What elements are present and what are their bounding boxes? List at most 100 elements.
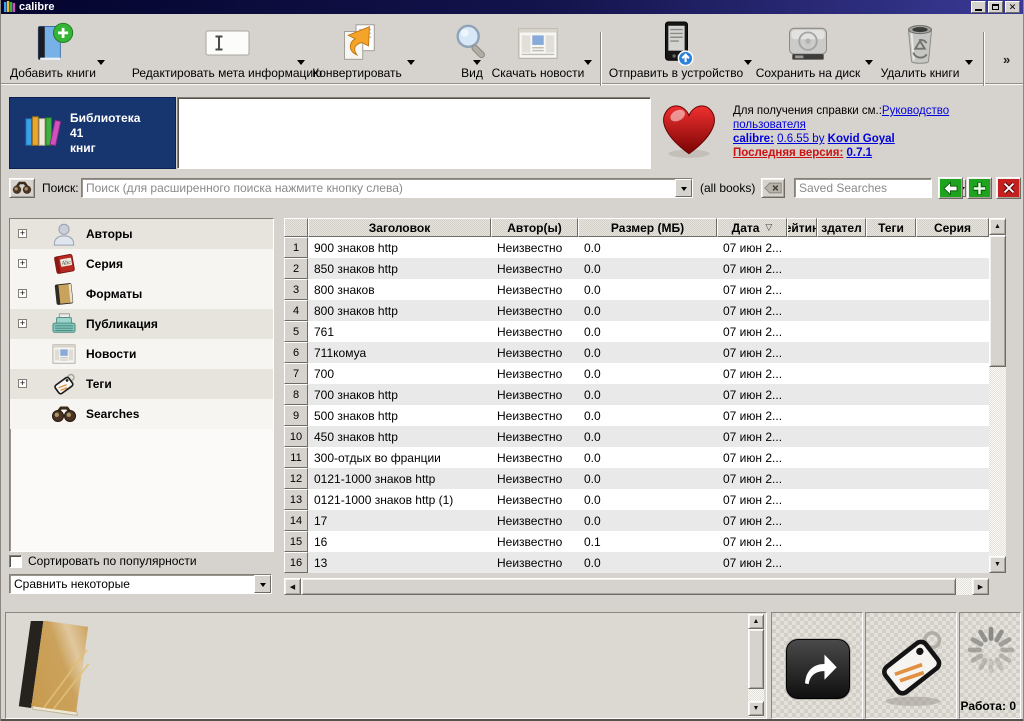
row-number-cell[interactable]: 3 bbox=[284, 279, 308, 300]
table-row[interactable]: 10450 знаков httpНеизвестно0.007 июн 2..… bbox=[284, 426, 989, 447]
table-cell[interactable] bbox=[817, 279, 866, 300]
table-cell[interactable]: 300-отдых во франции bbox=[308, 447, 491, 468]
table-cell[interactable]: 0.0 bbox=[578, 468, 717, 489]
table-cell[interactable]: 0.0 bbox=[578, 426, 717, 447]
jobs-panel[interactable]: Работа: 0 bbox=[959, 612, 1021, 719]
table-cell[interactable] bbox=[916, 300, 989, 321]
table-row[interactable]: 6711комуаНеизвестно0.007 июн 2... bbox=[284, 342, 989, 363]
expand-icon[interactable]: + bbox=[18, 319, 27, 328]
table-row[interactable]: 1516Неизвестно0.107 июн 2... bbox=[284, 531, 989, 552]
row-number-cell[interactable]: 12 bbox=[284, 468, 308, 489]
toggle-cover-browser-button[interactable] bbox=[786, 639, 850, 699]
row-number-cell[interactable]: 2 bbox=[284, 258, 308, 279]
table-cell[interactable]: Неизвестно bbox=[491, 321, 578, 342]
column-header-6[interactable]: Теги bbox=[866, 218, 916, 237]
latest-version-label[interactable]: Последняя версия: bbox=[733, 147, 843, 159]
table-cell[interactable]: Неизвестно bbox=[491, 300, 578, 321]
row-number-cell[interactable]: 1 bbox=[284, 237, 308, 258]
table-cell[interactable] bbox=[787, 468, 817, 489]
table-cell[interactable]: 07 июн 2... bbox=[717, 405, 787, 426]
table-cell[interactable] bbox=[916, 384, 989, 405]
row-number-cell[interactable]: 9 bbox=[284, 405, 308, 426]
table-cell[interactable] bbox=[787, 300, 817, 321]
table-row[interactable]: 5761Неизвестно0.007 июн 2... bbox=[284, 321, 989, 342]
details-scroll-down-button[interactable]: ▼ bbox=[748, 701, 764, 716]
table-cell[interactable] bbox=[866, 258, 916, 279]
table-cell[interactable] bbox=[916, 468, 989, 489]
table-cell[interactable]: Неизвестно bbox=[491, 342, 578, 363]
table-cell[interactable] bbox=[787, 237, 817, 258]
table-cell[interactable]: 700 bbox=[308, 363, 491, 384]
row-number-cell[interactable]: 7 bbox=[284, 363, 308, 384]
clear-search-button[interactable] bbox=[761, 178, 785, 198]
table-cell[interactable] bbox=[817, 342, 866, 363]
table-cell[interactable]: 0.0 bbox=[578, 384, 717, 405]
table-cell[interactable] bbox=[787, 363, 817, 384]
table-cell[interactable]: 800 знаков bbox=[308, 279, 491, 300]
table-cell[interactable] bbox=[817, 510, 866, 531]
table-cell[interactable]: 450 знаков http bbox=[308, 426, 491, 447]
convert-button[interactable]: Конвертировать bbox=[303, 16, 411, 82]
table-scroll-up-button[interactable]: ▲ bbox=[989, 218, 1006, 235]
sidebar-item-publisher[interactable]: + Публикация bbox=[10, 309, 273, 339]
table-cell[interactable]: 17 bbox=[308, 510, 491, 531]
table-cell[interactable]: Неизвестно bbox=[491, 531, 578, 552]
table-cell[interactable]: 0.1 bbox=[578, 531, 717, 552]
details-vscrollbar-thumb[interactable] bbox=[748, 629, 764, 689]
table-cell[interactable]: 800 знаков http bbox=[308, 300, 491, 321]
table-cell[interactable]: 0.0 bbox=[578, 489, 717, 510]
tag-panel[interactable] bbox=[865, 612, 957, 719]
column-header-3[interactable]: Дата▽ bbox=[717, 218, 787, 237]
table-cell[interactable] bbox=[916, 321, 989, 342]
table-cell[interactable]: 07 июн 2... bbox=[717, 384, 787, 405]
table-cell[interactable] bbox=[787, 447, 817, 468]
table-cell[interactable] bbox=[866, 447, 916, 468]
table-hscrollbar-thumb[interactable] bbox=[301, 578, 956, 595]
table-cell[interactable] bbox=[916, 531, 989, 552]
table-cell[interactable] bbox=[817, 405, 866, 426]
table-cell[interactable]: 711комуа bbox=[308, 342, 491, 363]
table-cell[interactable] bbox=[916, 279, 989, 300]
table-cell[interactable]: 07 июн 2... bbox=[717, 468, 787, 489]
table-cell[interactable] bbox=[817, 300, 866, 321]
column-header-5[interactable]: здател bbox=[817, 218, 866, 237]
row-number-cell[interactable]: 10 bbox=[284, 426, 308, 447]
table-cell[interactable] bbox=[787, 258, 817, 279]
view-dropdown-arrow[interactable] bbox=[473, 60, 481, 69]
table-cell[interactable] bbox=[787, 510, 817, 531]
save-to-disk-button[interactable]: Сохранить на диск bbox=[753, 16, 863, 82]
table-cell[interactable]: 13 bbox=[308, 552, 491, 573]
table-cell[interactable]: Неизвестно bbox=[491, 552, 578, 573]
save-search-button[interactable] bbox=[967, 177, 992, 199]
expand-icon[interactable]: + bbox=[18, 259, 27, 268]
table-cell[interactable] bbox=[866, 363, 916, 384]
search-input[interactable] bbox=[82, 179, 675, 197]
table-cell[interactable]: Неизвестно bbox=[491, 489, 578, 510]
column-header-4[interactable]: ейтин bbox=[787, 218, 817, 237]
row-number-cell[interactable]: 13 bbox=[284, 489, 308, 510]
table-cell[interactable] bbox=[916, 258, 989, 279]
row-number-cell[interactable]: 5 bbox=[284, 321, 308, 342]
table-cell[interactable] bbox=[787, 489, 817, 510]
author-link[interactable]: Kovid Goyal bbox=[828, 133, 895, 145]
table-cell[interactable]: 500 знаков http bbox=[308, 405, 491, 426]
version-link[interactable]: 0.6.55 by bbox=[777, 133, 824, 145]
table-cell[interactable]: 07 июн 2... bbox=[717, 258, 787, 279]
table-cell[interactable]: 0.0 bbox=[578, 258, 717, 279]
table-cell[interactable]: 07 июн 2... bbox=[717, 489, 787, 510]
table-cell[interactable]: Неизвестно bbox=[491, 447, 578, 468]
table-cell[interactable]: 07 июн 2... bbox=[717, 300, 787, 321]
table-cell[interactable]: 07 июн 2... bbox=[717, 279, 787, 300]
table-cell[interactable] bbox=[817, 258, 866, 279]
toolbar-overflow-button[interactable]: » bbox=[1003, 52, 1010, 67]
table-cell[interactable] bbox=[866, 552, 916, 573]
sidebar-item-tags[interactable]: + Теги bbox=[10, 369, 273, 399]
row-number-cell[interactable]: 8 bbox=[284, 384, 308, 405]
table-cell[interactable] bbox=[866, 321, 916, 342]
table-cell[interactable] bbox=[817, 363, 866, 384]
table-cell[interactable]: 0.0 bbox=[578, 552, 717, 573]
sidebar-item-series[interactable]: + Abc Серия bbox=[10, 249, 273, 279]
sidebar-item-searches[interactable]: Searches bbox=[10, 399, 273, 429]
table-cell[interactable]: 07 июн 2... bbox=[717, 552, 787, 573]
table-cell[interactable] bbox=[787, 342, 817, 363]
